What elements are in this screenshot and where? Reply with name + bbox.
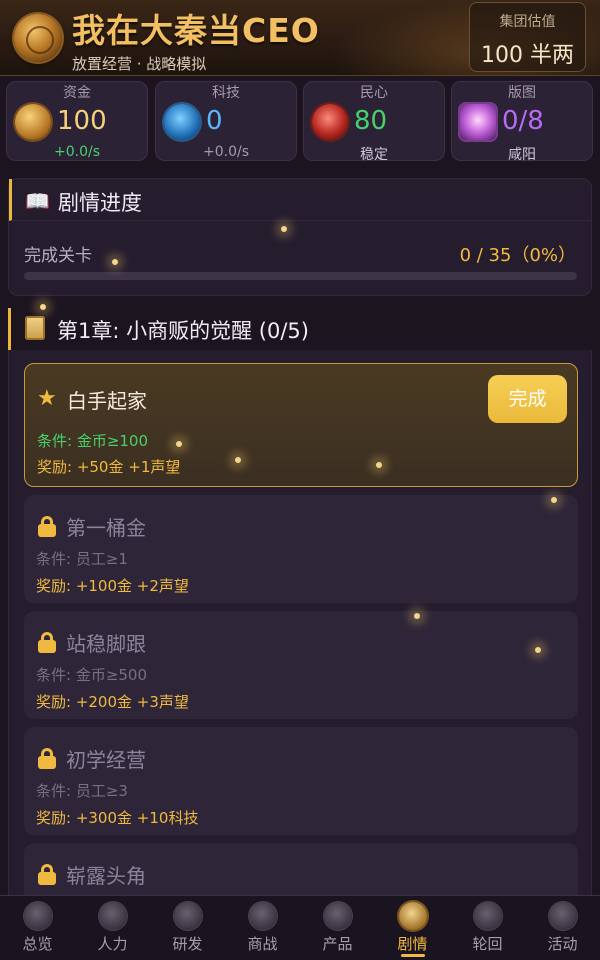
active-tab-indicator xyxy=(401,954,425,957)
event-icon xyxy=(549,902,577,930)
app-title: 我在大秦当CEO xyxy=(72,11,320,50)
nav-item-rebirth[interactable]: 轮回 xyxy=(450,896,525,960)
stat-label: 版图 xyxy=(508,85,536,101)
stat-card-funds[interactable]: 资金 100 +0.0/s xyxy=(6,81,148,161)
story-icon xyxy=(399,902,427,930)
level-condition: 条件: 员工≥3 xyxy=(36,782,128,800)
map-icon xyxy=(460,104,496,140)
star-icon: ★ xyxy=(37,386,57,411)
dragon-coin-logo xyxy=(14,14,62,62)
chapter-level-list[interactable]: ★ 白手起家 条件: 金币≥100 奖励: +50金 +1声望 完成 第一桶金 … xyxy=(8,350,592,895)
spark-particle xyxy=(40,304,46,310)
story-progress-title: 剧情进度 xyxy=(58,191,142,215)
level-name: 站稳脚跟 xyxy=(66,632,146,656)
stat-value: 0/8 xyxy=(502,106,544,136)
app-subtitle: 放置经营 · 战略模拟 xyxy=(72,55,207,73)
level-name: 初学经营 xyxy=(66,748,146,772)
level-card[interactable]: 第一桶金 条件: 员工≥1 奖励: +100金 +2声望 xyxy=(24,495,578,603)
lock-icon xyxy=(36,631,58,653)
nav-label: 产品 xyxy=(322,935,353,953)
stat-card-tech[interactable]: 科技 0 +0.0/s xyxy=(155,81,297,161)
nav-label: 轮回 xyxy=(472,935,503,953)
spark-particle xyxy=(535,647,541,653)
nav-item-story[interactable]: 剧情 xyxy=(375,896,450,960)
level-card[interactable]: 崭露头角 xyxy=(24,843,578,895)
nav-label: 人力 xyxy=(97,935,128,953)
progress-value: 0 / 35（0%） xyxy=(459,245,576,266)
story-progress-header: 📖 剧情进度 xyxy=(9,179,591,221)
nav-label: 研发 xyxy=(172,935,203,953)
app-header: 我在大秦当CEO 放置经营 · 战略模拟 集团估值 100 半两 xyxy=(0,0,600,76)
nav-label: 剧情 xyxy=(397,935,428,953)
spark-particle xyxy=(376,462,382,468)
rebirth-icon xyxy=(474,902,502,930)
progress-bar xyxy=(24,272,577,280)
level-card[interactable]: 初学经营 条件: 员工≥3 奖励: +300金 +10科技 xyxy=(24,727,578,835)
level-reward: 奖励: +300金 +10科技 xyxy=(36,809,199,827)
spark-particle xyxy=(176,441,182,447)
stat-location: 咸阳 xyxy=(508,147,536,163)
scroll-icon xyxy=(25,316,45,340)
stat-value: 100 xyxy=(57,106,107,136)
nav-label: 商战 xyxy=(247,935,278,953)
spark-particle xyxy=(281,226,287,232)
nav-item-event[interactable]: 活动 xyxy=(525,896,600,960)
level-reward: 奖励: +200金 +3声望 xyxy=(36,693,189,711)
level-reward: 奖励: +50金 +1声望 xyxy=(37,458,181,476)
nav-label: 活动 xyxy=(547,935,578,953)
nav-label: 总览 xyxy=(22,935,53,953)
lock-icon xyxy=(36,515,58,537)
chapter-title: 第1章: 小商贩的觉醒 (0/5) xyxy=(57,319,309,343)
level-condition: 条件: 金币≥100 xyxy=(37,432,149,450)
spark-particle xyxy=(414,613,420,619)
heart-icon xyxy=(312,104,348,140)
level-reward: 奖励: +100金 +2声望 xyxy=(36,577,189,595)
product-icon xyxy=(324,902,352,930)
level-name: 崭露头角 xyxy=(66,864,146,888)
level-name: 白手起家 xyxy=(67,389,147,413)
nav-item-product[interactable]: 产品 xyxy=(300,896,375,960)
bottom-nav: 总览 人力 研发 商战 产品 剧情 轮回 活动 xyxy=(0,895,600,960)
battle-icon xyxy=(249,902,277,930)
coin-icon xyxy=(15,104,51,140)
open-book-icon: 📖 xyxy=(25,189,50,213)
level-condition: 条件: 金币≥500 xyxy=(36,666,148,684)
progress-label: 完成关卡 xyxy=(24,246,92,266)
level-condition: 条件: 员工≥1 xyxy=(36,550,128,568)
nav-item-research[interactable]: 研发 xyxy=(150,896,225,960)
nav-item-overview[interactable]: 总览 xyxy=(0,896,75,960)
chapter-header: 第1章: 小商贩的觉醒 (0/5) xyxy=(8,308,592,350)
lock-icon xyxy=(36,747,58,769)
complete-button[interactable]: 完成 xyxy=(488,375,567,423)
story-progress-panel: 📖 剧情进度 完成关卡 0 / 35（0%） xyxy=(8,178,592,296)
spark-particle xyxy=(235,457,241,463)
valuation-label: 集团估值 xyxy=(499,14,556,30)
stat-rate: +0.0/s xyxy=(202,144,249,160)
nav-item-staff[interactable]: 人力 xyxy=(75,896,150,960)
level-name: 第一桶金 xyxy=(66,516,146,540)
spark-particle xyxy=(112,259,118,265)
valuation-value: 100 半两 xyxy=(481,43,574,68)
tech-scroll-icon xyxy=(164,104,200,140)
stat-label: 资金 xyxy=(63,85,91,101)
stat-value: 80 xyxy=(354,106,388,136)
lock-icon xyxy=(36,863,58,885)
stat-label: 民心 xyxy=(360,85,388,101)
level-card[interactable]: ★ 白手起家 条件: 金币≥100 奖励: +50金 +1声望 完成 xyxy=(24,363,578,487)
level-card[interactable]: 站稳脚跟 条件: 金币≥500 奖励: +200金 +3声望 xyxy=(24,611,578,719)
spark-particle xyxy=(551,497,557,503)
stat-label: 科技 xyxy=(212,85,240,101)
research-icon xyxy=(174,902,202,930)
stat-rate: +0.0/s xyxy=(53,144,100,160)
stat-card-morale[interactable]: 民心 80 稳定 xyxy=(303,81,445,163)
stat-value: 0 xyxy=(206,106,223,136)
nav-item-battle[interactable]: 商战 xyxy=(225,896,300,960)
valuation-box: 集团估值 100 半两 xyxy=(469,2,586,72)
overview-icon xyxy=(24,902,52,930)
stat-card-territory[interactable]: 版图 0/8 咸阳 xyxy=(451,81,593,163)
stat-status: 稳定 xyxy=(360,147,388,163)
staff-icon xyxy=(99,902,127,930)
